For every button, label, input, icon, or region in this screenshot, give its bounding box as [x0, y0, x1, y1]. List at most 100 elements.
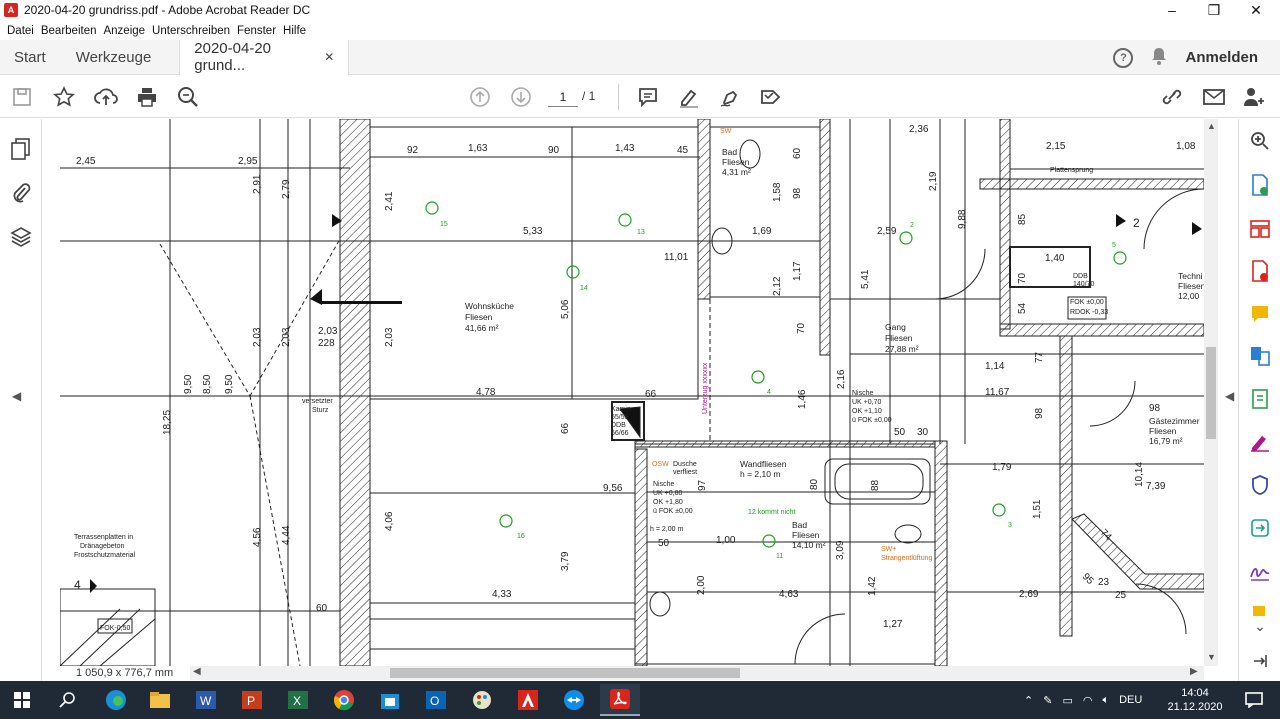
sign-in-button[interactable]: Anmelden: [1185, 49, 1258, 66]
excel-icon[interactable]: X: [278, 684, 318, 716]
notifications-icon[interactable]: [1234, 684, 1274, 716]
zoom-in-icon[interactable]: [1248, 129, 1272, 153]
acrobat-reader-taskbar-icon[interactable]: [600, 684, 640, 716]
page-up-icon[interactable]: [468, 85, 492, 109]
compress-pdf-icon[interactable]: [1248, 387, 1272, 411]
export-pdf-icon[interactable]: [1248, 173, 1272, 197]
menu-fenster[interactable]: Fenster: [237, 25, 276, 37]
acrobat-pro-icon[interactable]: [508, 684, 548, 716]
tab-tools[interactable]: Werkzeuge: [62, 40, 166, 75]
chrome-icon[interactable]: [324, 684, 364, 716]
input-language[interactable]: DEU: [1119, 694, 1142, 706]
save-icon[interactable]: [10, 85, 34, 109]
bell-icon[interactable]: [1151, 47, 1167, 68]
close-window-button[interactable]: ✕: [1236, 0, 1276, 20]
dim-478: 4,78: [476, 387, 496, 398]
close-tab-icon[interactable]: ✕: [324, 50, 334, 64]
help-icon[interactable]: ?: [1113, 47, 1134, 68]
room-techni-name: Techni: [1178, 271, 1203, 281]
clock[interactable]: 14:04 21.12.2020: [1167, 681, 1222, 719]
stamp-tag-icon[interactable]: [759, 85, 783, 109]
sign-pen-icon[interactable]: [718, 85, 742, 109]
horizontal-scrollbar[interactable]: ◀ ▶: [190, 666, 1204, 680]
add-user-icon[interactable]: [1242, 85, 1266, 109]
dim-406: 4,06: [384, 511, 395, 531]
nische2-label: Nische: [653, 481, 675, 488]
nische2-ok: OK +1,80: [653, 499, 683, 506]
collapse-left-panel-icon[interactable]: ◀: [12, 389, 21, 403]
tray-volume-icon[interactable]: 🔈︎: [1102, 694, 1109, 707]
teamviewer-icon[interactable]: [554, 684, 594, 716]
restore-button[interactable]: ❐: [1194, 0, 1234, 20]
kamin-label: Kamin: [611, 406, 631, 413]
menu-bearbeiten[interactable]: Bearbeiten: [41, 25, 97, 37]
dim-169: 1,69: [752, 226, 772, 237]
menu-hilfe[interactable]: Hilfe: [283, 25, 306, 37]
scroll-left-icon[interactable]: ◀: [193, 666, 201, 677]
fill-sign-icon[interactable]: [1248, 430, 1272, 454]
fok-label: FOK ±0,00: [1070, 299, 1104, 306]
scroll-right-icon[interactable]: ▶: [1190, 666, 1198, 677]
dim-245: 2,45: [76, 156, 96, 167]
tray-battery-icon[interactable]: ▭: [1062, 694, 1072, 707]
kommt-nicht-label: 12 kommt nicht: [748, 509, 796, 516]
dusche-verfliest: verfliest: [673, 469, 697, 476]
search-icon[interactable]: [48, 684, 88, 716]
terrasse-line2: Dränagebeton: [80, 543, 124, 550]
create-pdf-icon[interactable]: [1248, 259, 1272, 283]
menu-datei[interactable]: Datei: [7, 25, 34, 37]
menu-anzeige[interactable]: Anzeige: [103, 25, 145, 37]
protect-shield-icon[interactable]: [1248, 473, 1272, 497]
collapse-right-panel-icon[interactable]: [1248, 649, 1272, 673]
expand-right-panel-icon[interactable]: ◀: [1225, 389, 1234, 403]
comment-icon[interactable]: [636, 85, 660, 109]
tray-wifi-icon[interactable]: ◠: [1083, 694, 1093, 707]
paint-app-icon[interactable]: [462, 684, 502, 716]
print-icon[interactable]: [135, 85, 159, 109]
combine-files-icon[interactable]: [1248, 344, 1272, 368]
powerpoint-icon[interactable]: P: [232, 684, 272, 716]
pdf-page-view[interactable]: Wohnsküche Fliesen 41,66 m² Bad Fliesen …: [60, 119, 1204, 666]
zoom-search-icon[interactable]: [176, 85, 200, 109]
word-icon[interactable]: W: [186, 684, 226, 716]
scroll-up-icon[interactable]: ▲: [1207, 121, 1216, 131]
horizontal-scroll-thumb[interactable]: [390, 668, 740, 678]
page-number-input[interactable]: 1: [548, 87, 578, 107]
vertical-scroll-thumb[interactable]: [1206, 347, 1216, 439]
page-total: / 1: [582, 89, 596, 103]
email-icon[interactable]: [1202, 85, 1226, 109]
cloud-upload-icon[interactable]: [94, 85, 118, 109]
menu-unterschreiben[interactable]: Unterschreiben: [152, 25, 230, 37]
room-bad2-floor: Fliesen: [792, 530, 820, 540]
tray-pen-icon[interactable]: ✎: [1043, 694, 1052, 707]
send-for-review-icon[interactable]: [1248, 516, 1272, 540]
share-link-icon[interactable]: [1160, 85, 1184, 109]
osw-label: OSW: [652, 461, 669, 468]
windows-start-icon[interactable]: [2, 684, 42, 716]
attachment-paperclip-icon[interactable]: [9, 181, 33, 205]
outlook-icon[interactable]: O: [416, 684, 456, 716]
fok-minus-label: FOK-0,50: [100, 625, 130, 632]
dim-4: 4: [74, 578, 81, 592]
minimize-button[interactable]: –: [1152, 0, 1192, 20]
page-thumbnails-icon[interactable]: [9, 137, 33, 161]
signature-icon[interactable]: [1248, 559, 1272, 583]
store-app-icon[interactable]: [370, 684, 410, 716]
tab-document[interactable]: 2020-04-20 grund... ✕: [179, 39, 350, 75]
file-explorer-icon[interactable]: [140, 684, 180, 716]
dim-216: 2,16: [836, 369, 847, 389]
layers-icon[interactable]: [9, 225, 33, 249]
tray-chevron-up-icon[interactable]: ⌃: [1024, 694, 1033, 707]
page-down-icon[interactable]: [509, 85, 533, 109]
highlight-pen-icon[interactable]: [677, 85, 701, 109]
nische1-ok: OK +1,10: [852, 408, 882, 415]
vertical-scrollbar[interactable]: ▲ ▼: [1204, 119, 1218, 666]
scroll-tools-down-icon[interactable]: ⌄: [1248, 614, 1272, 638]
comment-tool-icon[interactable]: [1248, 302, 1272, 326]
dim-309: 3,09: [835, 540, 846, 560]
organize-pages-icon[interactable]: [1248, 217, 1272, 241]
scroll-down-icon[interactable]: ▼: [1207, 652, 1216, 662]
edge-browser-icon[interactable]: [96, 684, 136, 716]
bookmark-star-icon[interactable]: [52, 85, 76, 109]
tab-start[interactable]: Start: [0, 40, 60, 75]
